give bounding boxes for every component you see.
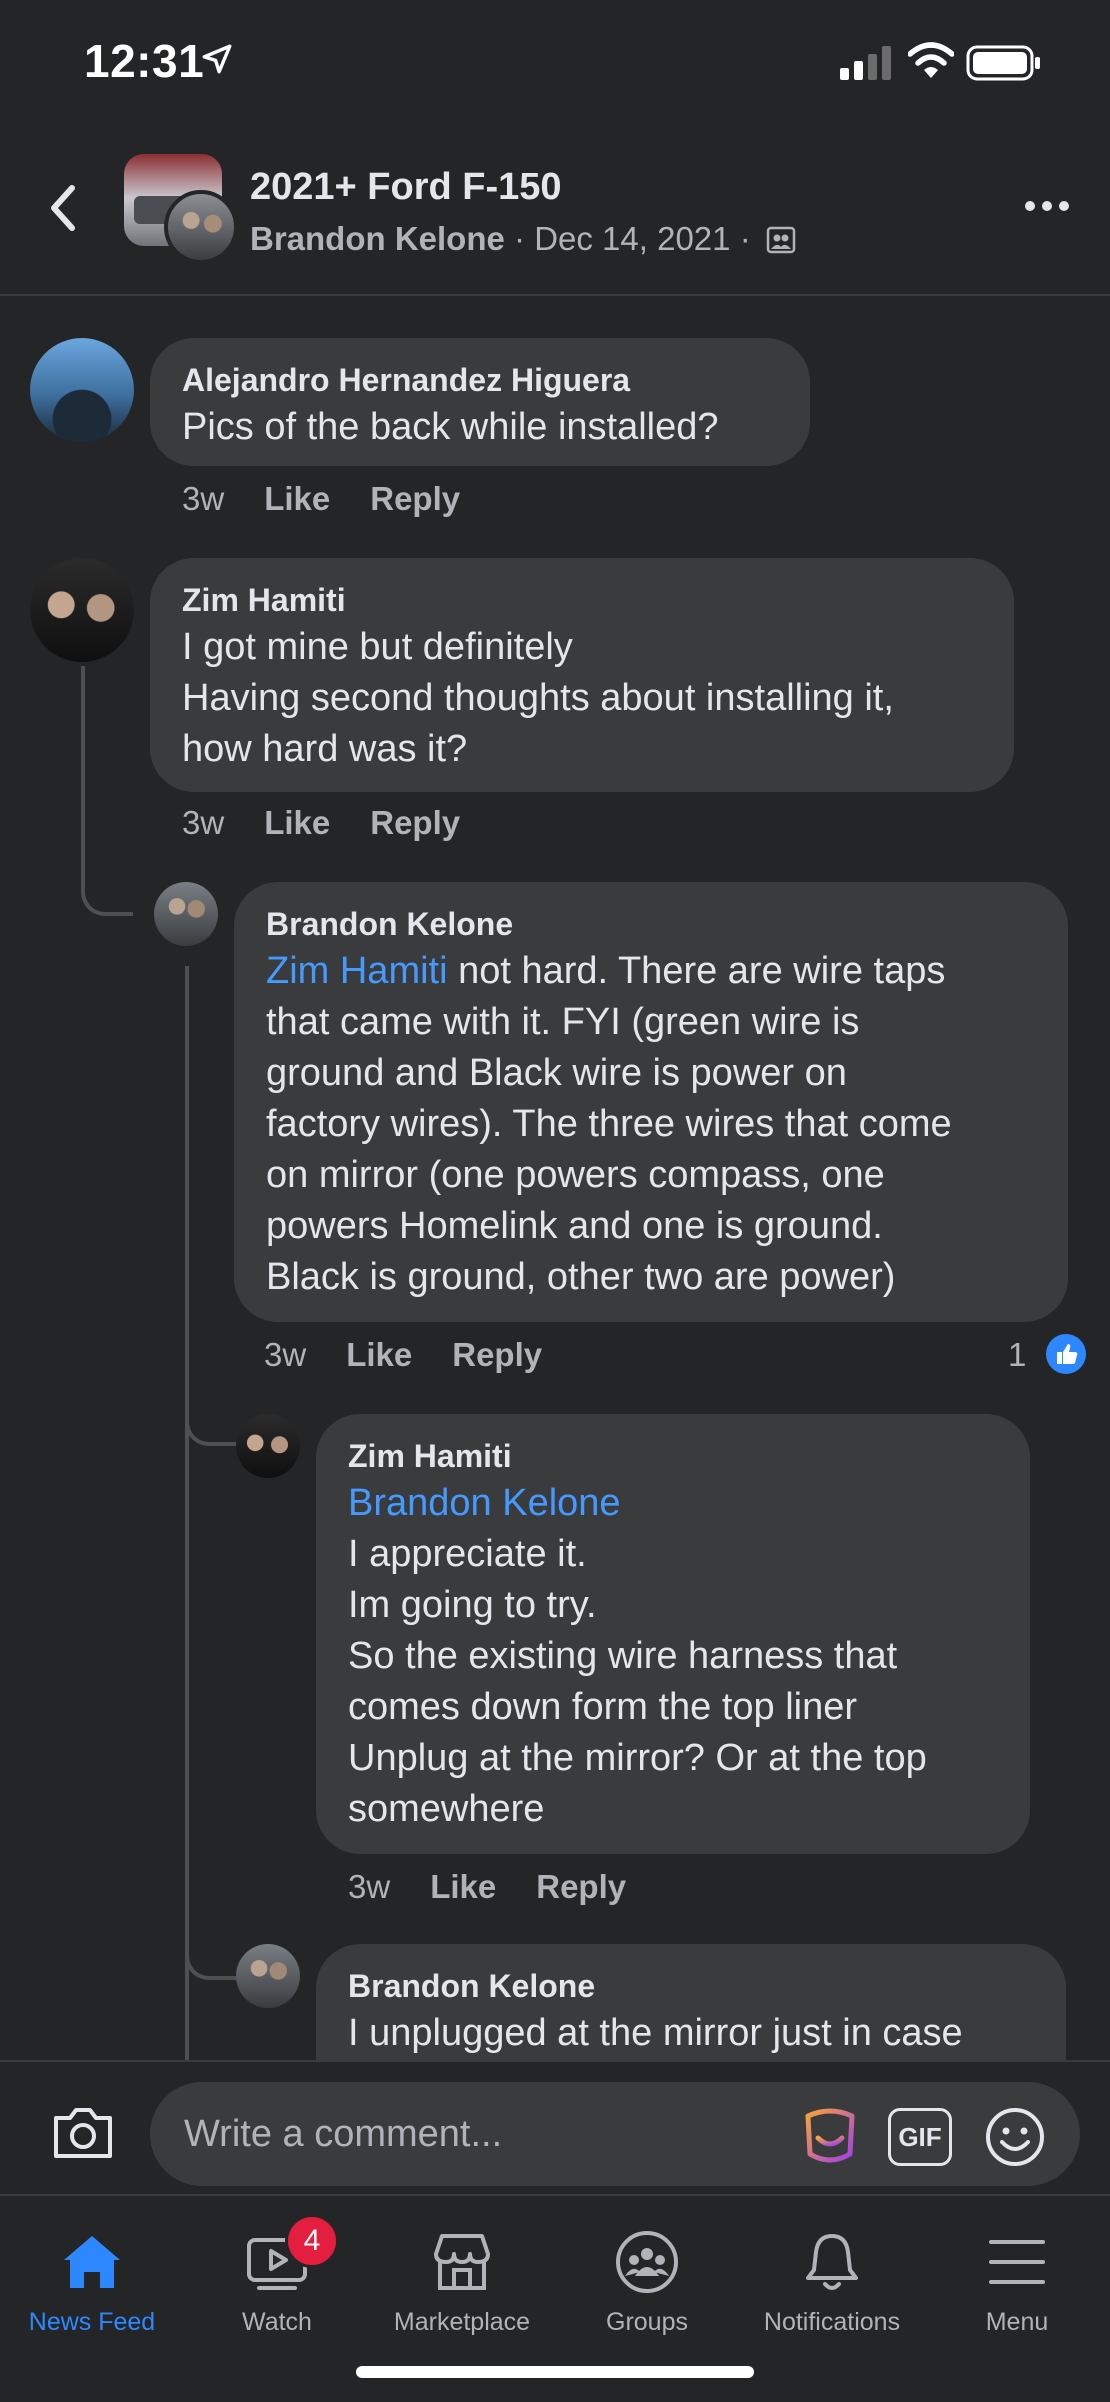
group-title[interactable]: 2021+ Ford F-150: [250, 166, 562, 209]
reaction-count: 1: [1008, 1336, 1027, 1373]
home-indicator: [356, 2366, 754, 2378]
like-button[interactable]: Like: [264, 804, 330, 841]
commenter-name[interactable]: Alejandro Hernandez Higuera: [182, 358, 778, 402]
comment-text: I got mine but definitely Having second …: [182, 626, 894, 770]
tab-notifications[interactable]: Notifications: [740, 2196, 924, 2346]
commenter-avatar[interactable]: [30, 338, 134, 442]
tab-label: Notifications: [763, 2308, 901, 2336]
tab-label: News Feed: [28, 2308, 156, 2336]
tab-marketplace[interactable]: Marketplace: [370, 2196, 554, 2346]
camera-icon[interactable]: [50, 2104, 116, 2160]
back-arrow-icon[interactable]: [40, 178, 84, 238]
marketplace-icon: [434, 2234, 490, 2290]
post-meta: Brandon Kelone · Dec 14, 2021 ·: [250, 220, 796, 258]
comment-time[interactable]: 3w: [182, 804, 224, 841]
emoji-icon[interactable]: [984, 2106, 1046, 2168]
meta-separator: ·: [739, 220, 751, 257]
comment-bubble: Zim Hamiti I got mine but definitely Hav…: [150, 558, 1014, 792]
tab-label: Watch: [242, 2308, 312, 2336]
reply-button[interactable]: Reply: [370, 804, 460, 841]
more-options-icon[interactable]: [1022, 194, 1072, 218]
like-button[interactable]: Like: [430, 1868, 496, 1905]
tab-menu[interactable]: Menu: [925, 2196, 1109, 2346]
comment-bubble: Alejandro Hernandez Higuera Pics of the …: [150, 338, 810, 466]
meta-separator: ·: [514, 220, 526, 257]
comment-bubble: Zim Hamiti Brandon Kelone I appreciate i…: [316, 1414, 1030, 1854]
comment-composer: GIF: [0, 2060, 1110, 2196]
avatar-sticker-icon[interactable]: [798, 2106, 862, 2168]
thread-line: [81, 666, 85, 866]
reply-button[interactable]: Reply: [452, 1336, 542, 1373]
thumbs-up-icon: [1045, 1334, 1086, 1374]
mention-link[interactable]: Zim Hamiti: [266, 950, 448, 992]
thread-connector: [81, 860, 133, 916]
status-time: 12:31: [84, 35, 205, 87]
bell-icon: [806, 2234, 858, 2290]
groups-icon: [616, 2231, 678, 2293]
comment-actions: 3w Like Reply: [348, 1868, 666, 1906]
comment-text: I appreciate it. Im going to try. So the…: [348, 1533, 927, 1830]
tab-news-feed[interactable]: News Feed: [0, 2196, 184, 2346]
comment-actions: 3w Like Reply: [182, 804, 500, 842]
home-icon: [64, 2236, 120, 2288]
commenter-avatar[interactable]: [236, 1944, 300, 2008]
mention-link[interactable]: Brandon Kelone: [348, 1478, 998, 1529]
comment-time[interactable]: 3w: [348, 1868, 390, 1905]
comment-text: Pics of the back while installed?: [182, 406, 719, 448]
tab-watch[interactable]: 4 Watch: [185, 2196, 369, 2346]
thread-connector: [185, 1930, 237, 1980]
tab-label: Groups: [606, 2308, 688, 2336]
status-bar: 12:31: [0, 0, 1110, 130]
commenter-name[interactable]: Brandon Kelone: [348, 1964, 1034, 2008]
private-group-icon: [766, 226, 796, 254]
gif-label: GIF: [898, 2122, 942, 2152]
post-date[interactable]: Dec 14, 2021: [534, 220, 730, 257]
battery-icon: [966, 45, 1040, 81]
comment-time[interactable]: 3w: [264, 1336, 306, 1373]
gif-icon[interactable]: GIF: [888, 2108, 952, 2166]
notification-badge: 4: [285, 2214, 339, 2268]
commenter-avatar[interactable]: [30, 558, 134, 662]
comment-bubble: Brandon Kelone Zim Hamiti not hard. Ther…: [234, 882, 1068, 1322]
tab-label: Marketplace: [393, 2308, 531, 2336]
reaction-summary[interactable]: 1: [1008, 1334, 1086, 1374]
reply-button[interactable]: Reply: [370, 480, 460, 517]
comment-text: Zim Hamiti not hard. There are wire taps…: [266, 946, 1036, 1303]
tab-groups[interactable]: Groups: [555, 2196, 739, 2346]
commenter-avatar[interactable]: [236, 1414, 300, 1478]
comment-time[interactable]: 3w: [182, 480, 224, 517]
author-avatar[interactable]: [164, 190, 238, 264]
like-button[interactable]: Like: [264, 480, 330, 517]
menu-icon: [989, 2240, 1045, 2284]
comment-text: I unplugged at the mirror just in case: [348, 2012, 963, 2054]
like-button[interactable]: Like: [346, 1336, 412, 1373]
thread-connector: [185, 1400, 237, 1446]
commenter-name[interactable]: Zim Hamiti: [182, 578, 982, 622]
post-header: 2021+ Ford F-150 Brandon Kelone · Dec 14…: [0, 130, 1110, 296]
commenter-avatar[interactable]: [154, 882, 218, 946]
wifi-icon: [908, 42, 954, 78]
comment-actions: 3w Like Reply: [182, 480, 500, 518]
location-arrow-icon: [202, 44, 232, 74]
reply-button[interactable]: Reply: [536, 1868, 626, 1905]
comment-actions: 3w Like Reply: [264, 1336, 582, 1374]
tab-label: Menu: [985, 2308, 1049, 2336]
commenter-name[interactable]: Zim Hamiti: [348, 1434, 998, 1478]
comment-body: not hard. There are wire taps that came …: [266, 950, 952, 1298]
commenter-name[interactable]: Brandon Kelone: [266, 902, 1036, 946]
author-name[interactable]: Brandon Kelone: [250, 220, 505, 257]
thread-line: [185, 966, 189, 2060]
cellular-signal-icon: [840, 46, 891, 80]
